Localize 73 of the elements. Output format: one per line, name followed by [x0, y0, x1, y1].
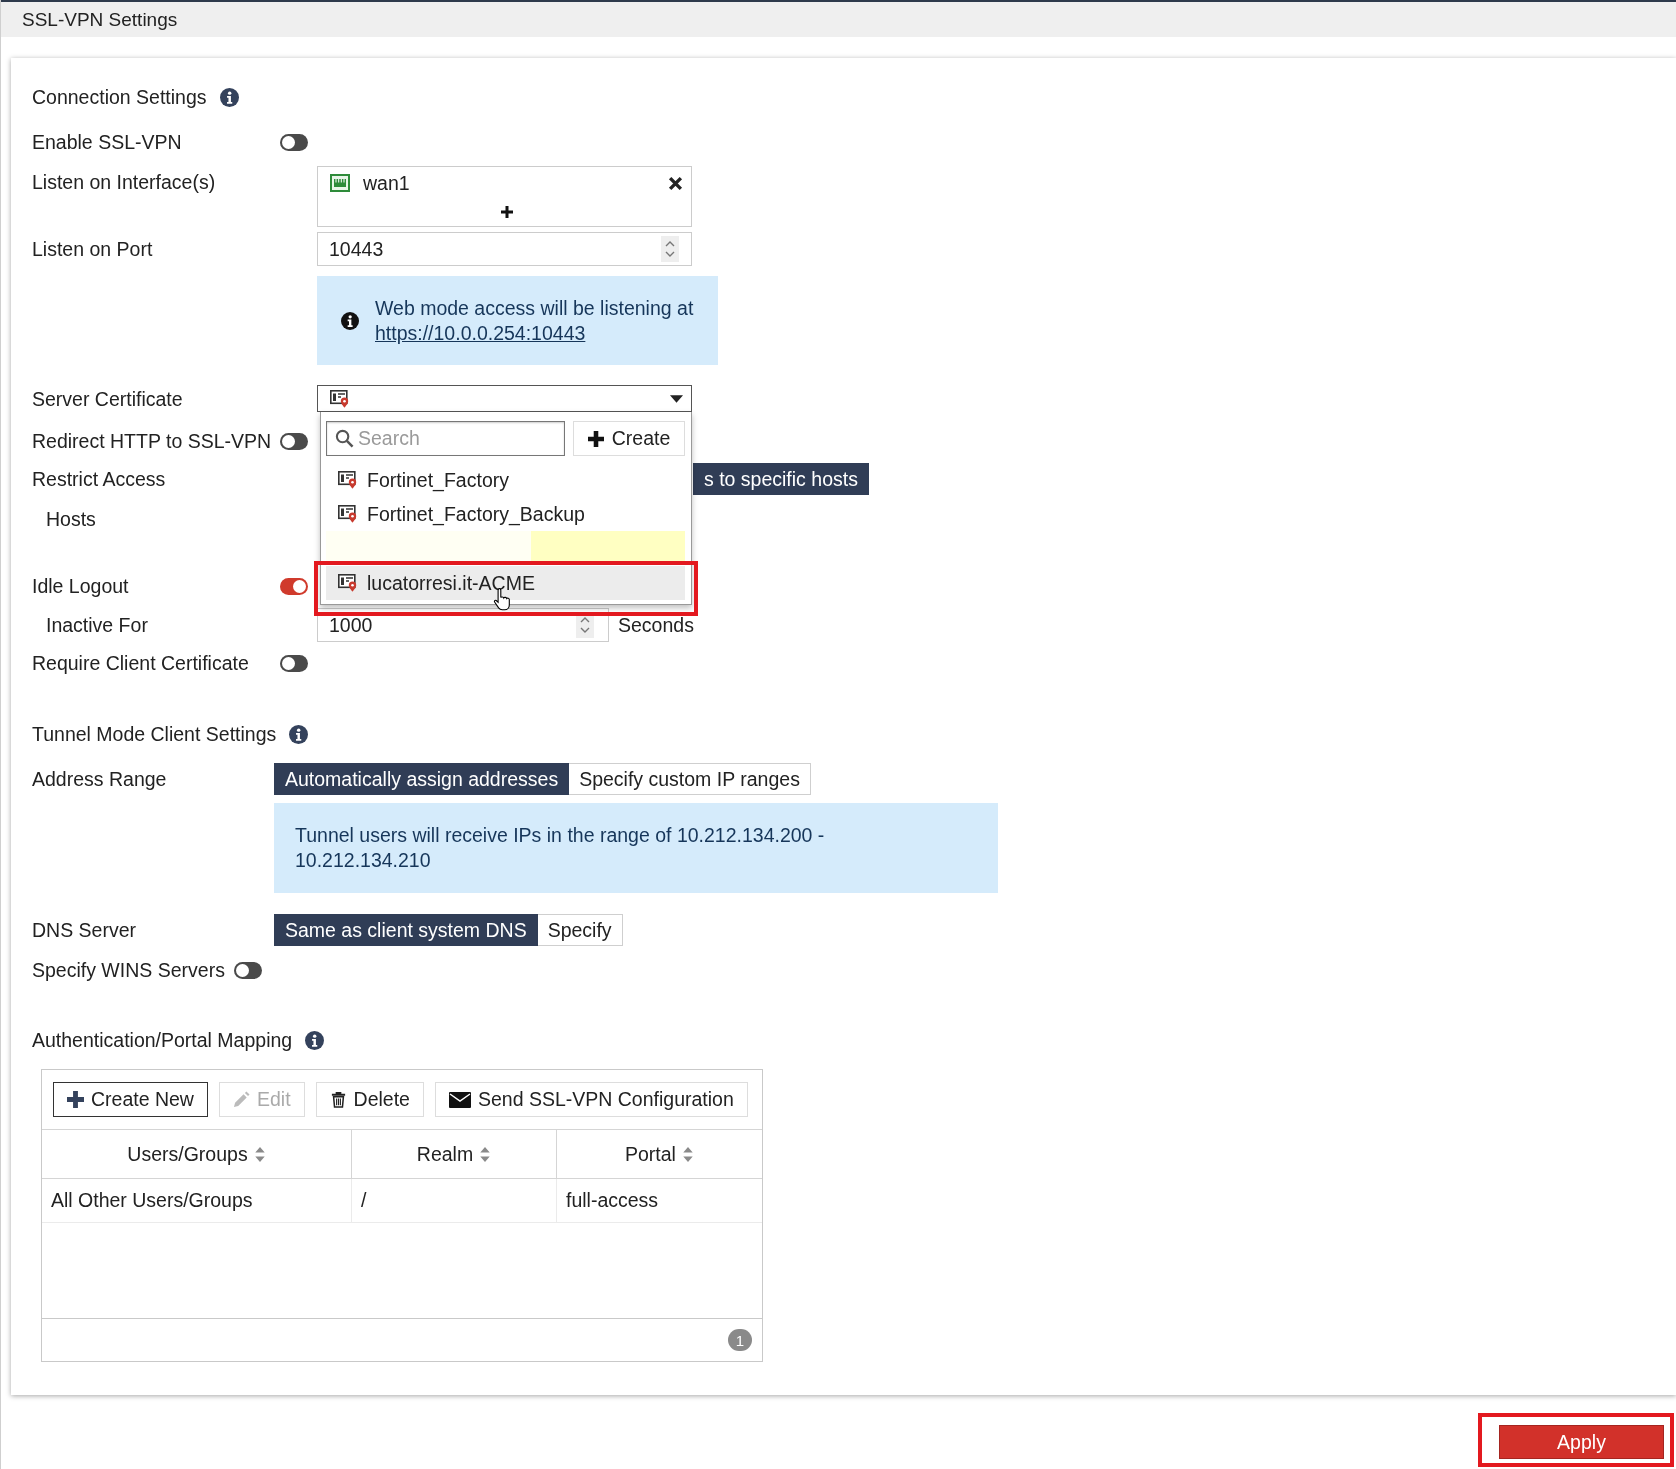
field-label: DNS Server — [32, 918, 138, 942]
interface-field[interactable]: wan1 — [317, 166, 692, 227]
plus-icon[interactable] — [500, 206, 513, 218]
sort-icon — [479, 1145, 492, 1163]
certificate-select[interactable] — [317, 385, 692, 412]
field-label: Listen on Port — [32, 237, 153, 261]
sort-icon — [253, 1145, 266, 1163]
page-title: SSL-VPN Settings — [22, 7, 178, 32]
trash-icon — [329, 1091, 347, 1108]
segment-option[interactable]: Specify — [537, 914, 623, 946]
close-icon[interactable] — [668, 175, 683, 191]
segment-option[interactable]: Automatically assign addresses — [274, 763, 570, 795]
apply-button[interactable]: Apply — [1499, 1425, 1664, 1459]
info-icon — [341, 311, 359, 330]
field-label: Redirect HTTP to SSL-VPN — [32, 429, 272, 453]
search-icon — [335, 429, 354, 448]
pencil-icon — [232, 1091, 250, 1108]
table-cell-text: full-access — [565, 1188, 660, 1213]
field-label: Idle Logout — [32, 574, 129, 598]
toggle-switch[interactable] — [280, 133, 308, 151]
create-button[interactable]: Create — [573, 421, 685, 456]
interface-name: wan1 — [363, 171, 410, 195]
unit-label: Seconds — [618, 613, 694, 637]
certificate-icon — [330, 389, 350, 408]
toggle-switch[interactable] — [280, 577, 308, 595]
table-cell: / — [352, 1179, 557, 1222]
field-label: Inactive For — [46, 613, 148, 637]
certificate-option[interactable]: Fortinet_Factory_Backup — [326, 497, 685, 531]
info-icon — [289, 724, 309, 744]
info-icon — [219, 87, 239, 107]
section-heading: Connection Settings — [32, 85, 207, 109]
segment-option[interactable]: s to specific hosts — [693, 463, 869, 495]
segment-option[interactable]: Specify custom IP ranges — [569, 763, 811, 795]
field-label: Specify WINS Servers — [32, 958, 225, 982]
field-label: Require Client Certificate — [32, 651, 249, 675]
field-label: Restrict Access — [32, 467, 166, 491]
note-text: Web mode access will be listening at https://10.0.0.254:10443 — [375, 295, 694, 346]
search-field[interactable]: Search — [326, 421, 565, 456]
toggle-switch[interactable] — [280, 432, 308, 450]
column-header[interactable]: Users/Groups — [42, 1130, 352, 1178]
toggle-switch[interactable] — [233, 961, 262, 979]
section-heading: Authentication/Portal Mapping — [32, 1028, 293, 1052]
field-label: Listen on Interface(s) — [32, 170, 216, 194]
certificate-option[interactable]: lucatorresi.it-ACME — [326, 566, 685, 600]
note-text: Tunnel users will receive IPs in the range of 10.212.134.200 - 10.212.134.210 — [295, 823, 826, 873]
plus-icon — [587, 430, 604, 447]
field-label: Server Certificate — [32, 386, 183, 411]
envelope-icon — [448, 1091, 471, 1108]
certificate-icon — [338, 471, 358, 489]
toggle-switch[interactable] — [280, 654, 308, 672]
delete-button[interactable]: Delete — [315, 1082, 424, 1117]
section-heading: Tunnel Mode Client Settings — [32, 722, 277, 746]
column-header[interactable]: Portal — [557, 1130, 762, 1178]
certificate-option[interactable]: Fortinet_Factory — [326, 463, 685, 497]
port-field[interactable]: 10443 — [317, 232, 692, 266]
info-icon — [305, 1030, 325, 1050]
field-label: Enable SSL-VPN — [32, 130, 182, 154]
table-cell: All Other Users/Groups — [42, 1179, 352, 1222]
spinner-icon[interactable] — [661, 236, 679, 262]
url-link[interactable]: https://10.0.0.254:10443 — [375, 321, 586, 344]
caret-icon — [670, 394, 683, 403]
certificate-icon — [338, 505, 358, 523]
certificate-icon — [338, 574, 358, 592]
sort-icon — [681, 1145, 694, 1163]
network-port-icon — [330, 174, 350, 192]
field-label: Address Range — [32, 767, 168, 791]
send-configuration-button[interactable]: Send SSL-VPN Configuration — [434, 1082, 748, 1117]
count-badge: 1 — [728, 1329, 752, 1351]
column-header[interactable]: Realm — [352, 1130, 557, 1178]
create-new-button[interactable]: Create New — [53, 1082, 208, 1117]
field-label: Hosts — [46, 507, 96, 531]
plus-icon — [67, 1091, 84, 1108]
segment-option[interactable]: Same as client system DNS — [274, 914, 538, 946]
